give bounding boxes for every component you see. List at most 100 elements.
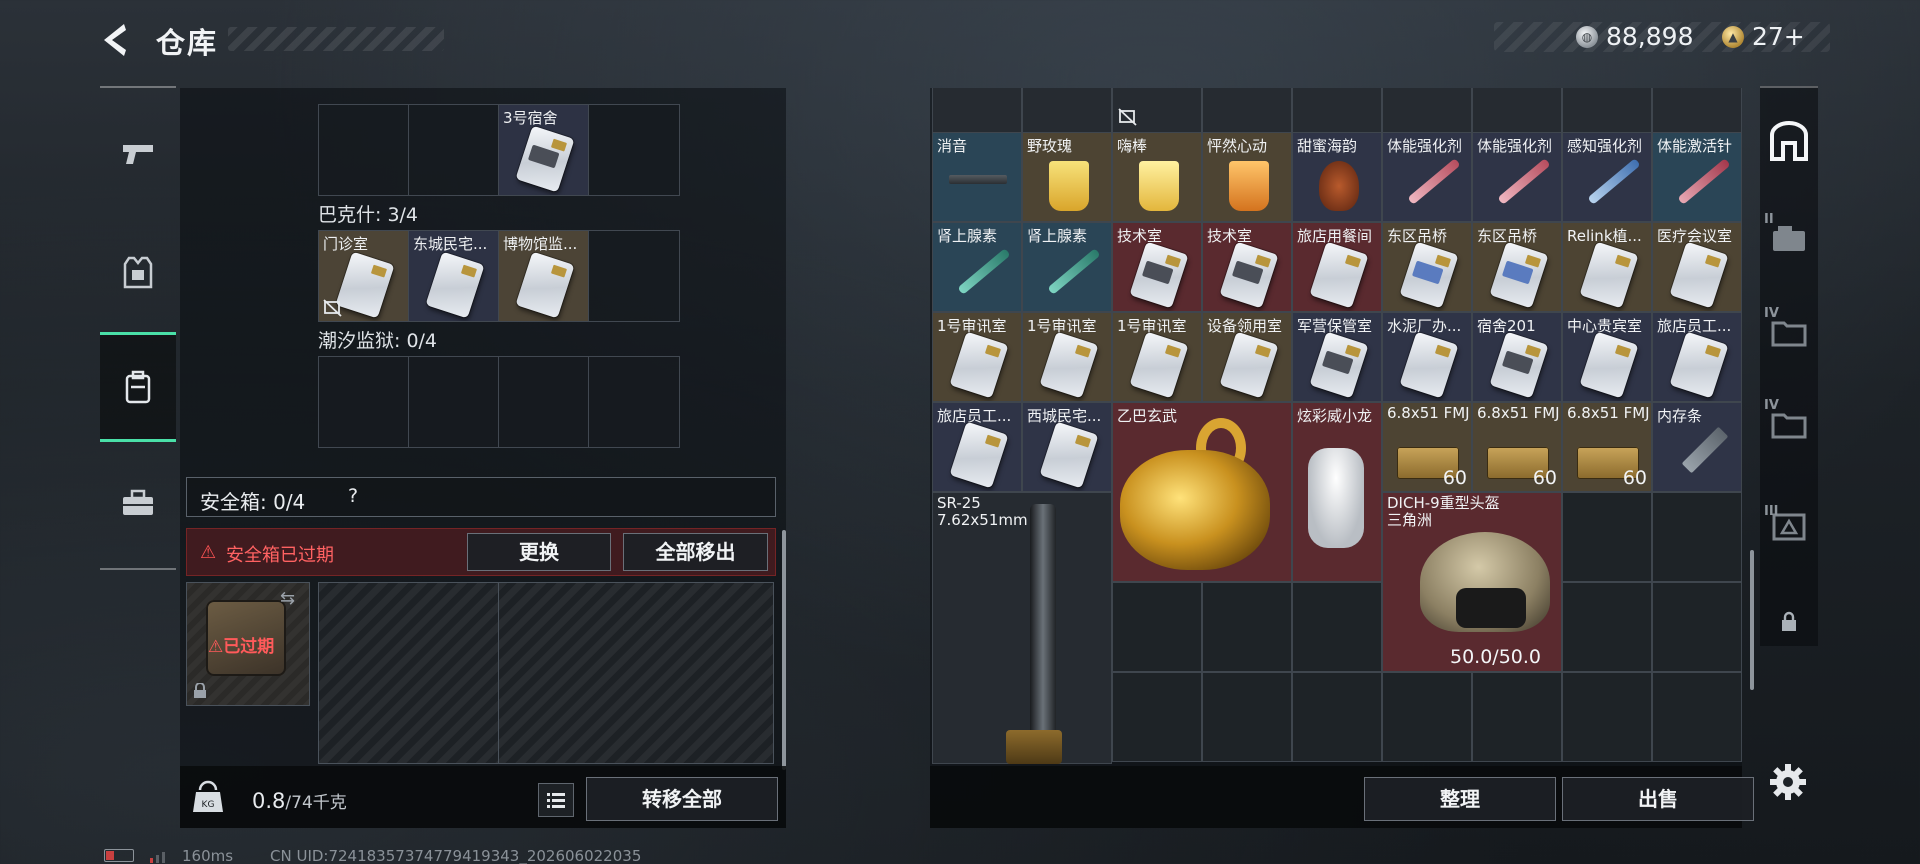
inventory-cell[interactable] <box>1652 88 1742 134</box>
nav-backpack[interactable] <box>100 332 176 442</box>
help-icon[interactable]: ? <box>340 485 366 509</box>
sell-button[interactable]: 出售 <box>1562 777 1754 821</box>
inventory-item-ammo[interactable]: 6.8x51 FMJ 60 <box>1472 402 1562 492</box>
inventory-item-keycard[interactable]: 设备领用室 <box>1202 312 1292 402</box>
item-count: 60 <box>1442 467 1467 489</box>
inventory-item-keycard[interactable]: 军营保管室 <box>1292 312 1382 402</box>
keycard-slot[interactable] <box>499 357 589 447</box>
inventory-item-keycard[interactable]: 旅店员工... <box>932 402 1022 492</box>
inventory-item-keycard[interactable]: 1号审讯室 <box>1022 312 1112 402</box>
inventory-item-keycard[interactable]: 东区吊桥 <box>1472 222 1562 312</box>
keycard-slot[interactable] <box>319 105 409 195</box>
move-all-out-button[interactable]: 全部移出 <box>623 533 768 571</box>
item-label: 水泥厂办... <box>1387 317 1462 335</box>
inventory-cell[interactable] <box>1292 88 1382 134</box>
empty-cell[interactable] <box>1382 672 1472 762</box>
sort-button[interactable]: 整理 <box>1364 777 1556 821</box>
inventory-item-injector[interactable]: 感知强化剂 <box>1562 132 1652 222</box>
inventory-item-keycard[interactable]: Relink植... <box>1562 222 1652 312</box>
inventory-cell[interactable] <box>932 88 1022 134</box>
keycard-slot[interactable] <box>589 231 679 321</box>
keycard-slot[interactable] <box>589 105 679 195</box>
inventory-cell[interactable] <box>1472 88 1562 134</box>
keycard-slot[interactable] <box>589 357 679 447</box>
item-label: 内存条 <box>1657 407 1703 425</box>
keycard-slot[interactable] <box>409 357 499 447</box>
inventory-item-keycard[interactable]: 水泥厂办... <box>1382 312 1472 402</box>
inventory-item-drink[interactable]: 嗨棒 <box>1112 132 1202 222</box>
transfer-all-button[interactable]: 转移全部 <box>586 777 778 821</box>
page-title: 仓库 <box>156 26 219 60</box>
inventory-item-keycard[interactable]: 医疗会议室 <box>1652 222 1742 312</box>
inventory-item-keycard[interactable]: 技术室 <box>1112 222 1202 312</box>
inventory-item-keycard[interactable]: 旅店员工... <box>1652 312 1742 402</box>
inventory-item-ammo[interactable]: 6.8x51 FMJ 60 <box>1382 402 1472 492</box>
inventory-cell[interactable] <box>1022 88 1112 134</box>
left-panel-scrollbar[interactable] <box>782 530 786 770</box>
empty-cell[interactable] <box>1562 672 1652 762</box>
empty-cell[interactable] <box>1112 582 1202 672</box>
empty-cell[interactable] <box>1292 672 1382 762</box>
inventory-item-injector[interactable]: 肾上腺素 <box>1022 222 1112 312</box>
nav-weapons[interactable] <box>100 98 176 208</box>
inventory-item-keycard[interactable]: 中心贵宾室 <box>1562 312 1652 402</box>
inventory-cell[interactable] <box>1202 88 1292 134</box>
inventory-item-keycard[interactable]: 宿舍201 <box>1472 312 1562 402</box>
storage-tab-locked[interactable] <box>1760 594 1818 650</box>
inventory-cell[interactable] <box>1562 88 1652 134</box>
inventory-item-keycard[interactable]: 西城民宅... <box>1022 402 1112 492</box>
inventory-cell[interactable] <box>1382 88 1472 134</box>
empty-cell[interactable] <box>1112 672 1202 762</box>
inventory-item-injector[interactable]: 肾上腺素 <box>932 222 1022 312</box>
nav-toolbox[interactable] <box>100 448 176 558</box>
keycard-slot[interactable]: 博物馆监... <box>499 231 589 321</box>
inventory-item-suppressor[interactable]: 消音 <box>932 132 1022 222</box>
settings-button[interactable] <box>1766 760 1810 804</box>
keycard-slot[interactable]: 3号宿舍 <box>499 105 589 195</box>
empty-cell[interactable] <box>1472 672 1562 762</box>
keycard-slot[interactable] <box>409 105 499 195</box>
replace-button[interactable]: 更换 <box>467 533 611 571</box>
empty-cell[interactable] <box>1652 582 1742 672</box>
weight-readout: 0.8/74千克 <box>252 788 347 813</box>
inventory-item-keycard[interactable]: 1号审讯室 <box>1112 312 1202 402</box>
left-category-nav <box>100 86 176 570</box>
keycard-slot[interactable]: 门诊室 <box>319 231 409 321</box>
empty-cell[interactable] <box>1202 582 1292 672</box>
inventory-item-drink[interactable]: 甜蜜海韵 <box>1292 132 1382 222</box>
back-button[interactable] <box>96 20 140 60</box>
empty-cell[interactable] <box>1652 672 1742 762</box>
nav-armor[interactable] <box>100 218 176 328</box>
inventory-item-rifle[interactable]: SR-25 7.62x51mm <box>932 492 1112 764</box>
inventory-item-injector[interactable]: 体能强化剂 <box>1382 132 1472 222</box>
swap-icon[interactable]: ⇆ <box>280 588 295 609</box>
empty-cell[interactable] <box>1652 492 1742 582</box>
inventory-item-injector[interactable]: 体能激活针 <box>1652 132 1742 222</box>
storage-tab-4a-icon <box>1771 321 1807 347</box>
inventory-item-drink[interactable]: 怦然心动 <box>1202 132 1292 222</box>
item-label: SR-25 7.62x51mm <box>937 495 1107 529</box>
empty-cell[interactable] <box>1562 492 1652 582</box>
inventory-item-injector[interactable]: 体能强化剂 <box>1472 132 1562 222</box>
empty-cell[interactable] <box>1292 582 1382 672</box>
inventory-item-memory-stick[interactable]: 内存条 <box>1652 402 1742 492</box>
inventory-item-keycard[interactable]: 旅店用餐间 <box>1292 222 1382 312</box>
coupon-amount[interactable]: 27+ <box>1752 22 1805 51</box>
empty-cell[interactable] <box>1562 582 1652 672</box>
safe-box-grid[interactable] <box>318 582 774 764</box>
inventory-item-keycard[interactable]: 东区吊桥 <box>1382 222 1472 312</box>
list-view-button[interactable] <box>538 783 574 817</box>
empty-cell[interactable] <box>1202 672 1292 762</box>
keycard-slot[interactable]: 东城民宅... <box>409 231 499 321</box>
keycard-icon <box>1309 331 1369 399</box>
inventory-item-ammo[interactable]: 6.8x51 FMJ 60 <box>1562 402 1652 492</box>
inventory-item-keycard[interactable]: 1号审讯室 <box>932 312 1022 402</box>
item-label: 设备领用室 <box>1207 317 1283 335</box>
keycard-icon <box>1489 241 1549 309</box>
storage-tab-main[interactable] <box>1760 114 1818 170</box>
grid-divider <box>498 582 499 764</box>
keycard-slot[interactable] <box>319 357 409 447</box>
inventory-item-keycard[interactable]: 技术室 <box>1202 222 1292 312</box>
inventory-item-drink[interactable]: 野玫瑰 <box>1022 132 1112 222</box>
warehouse-scrollbar[interactable] <box>1750 550 1754 690</box>
